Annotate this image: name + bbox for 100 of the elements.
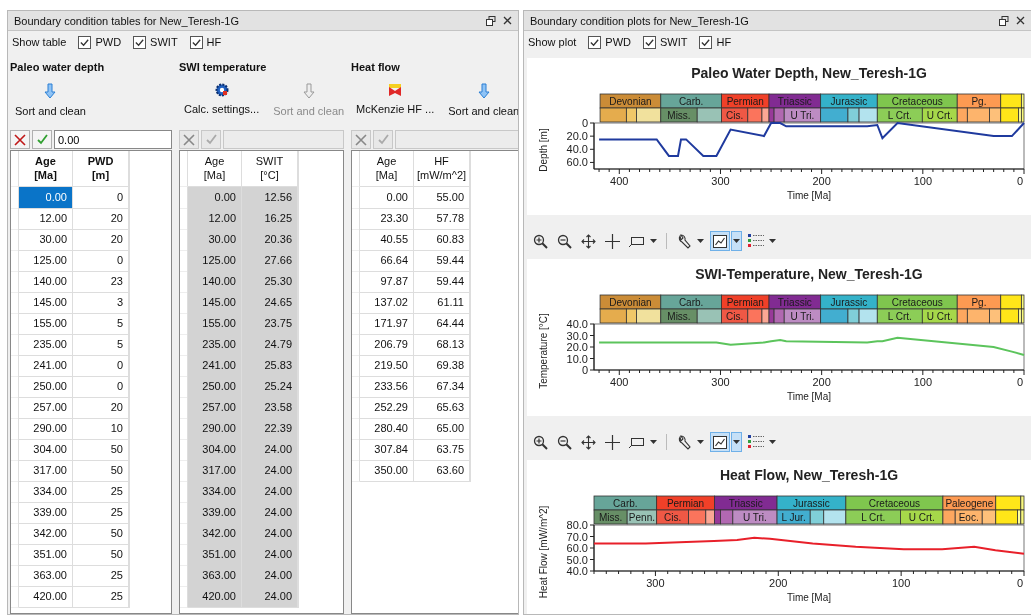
table-cell[interactable]: 342.00 (188, 523, 242, 545)
table-cell[interactable]: 155.00 (19, 313, 73, 335)
table-cell[interactable]: 25.30 (242, 271, 298, 293)
table-cell[interactable]: 5 (73, 334, 129, 356)
table-cell[interactable]: 235.00 (188, 334, 242, 356)
line-chart-button[interactable] (710, 231, 730, 251)
table-cell[interactable]: 351.00 (19, 544, 73, 566)
table-cell[interactable]: 0.00 (360, 187, 414, 209)
table-cell[interactable]: 25.83 (242, 355, 298, 377)
table-cell[interactable]: 23.58 (242, 397, 298, 419)
sort-button[interactable]: Sort and clean (445, 81, 518, 123)
checkbox[interactable]: SWIT (133, 35, 178, 49)
table-cell[interactable]: 241.00 (188, 355, 242, 377)
close-icon[interactable] (1016, 16, 1025, 25)
table-cell[interactable]: 61.11 (414, 292, 470, 314)
line-chart-button[interactable] (710, 432, 730, 452)
table-cell[interactable]: 22.39 (242, 418, 298, 440)
table-cell[interactable]: 60.83 (414, 229, 470, 251)
table-cell[interactable]: 137.02 (360, 292, 414, 314)
table-cell[interactable]: 145.00 (188, 292, 242, 314)
corner-cell[interactable] (352, 151, 360, 187)
table-cell[interactable]: 69.38 (414, 355, 470, 377)
table-cell[interactable]: 63.75 (414, 439, 470, 461)
table-cell[interactable]: 3 (73, 292, 129, 314)
table-cell[interactable]: 5 (73, 313, 129, 335)
crosshair-button[interactable] (602, 432, 622, 452)
table-cell[interactable]: 290.00 (188, 418, 242, 440)
table-cell[interactable]: 24.00 (242, 565, 298, 587)
dropdown-button[interactable] (731, 432, 742, 452)
table-cell[interactable]: 67.34 (414, 376, 470, 398)
table-cell[interactable]: 0 (73, 376, 129, 398)
restore-icon[interactable] (999, 15, 1009, 26)
table-cell[interactable]: 250.00 (19, 376, 73, 398)
table-cell[interactable]: 257.00 (188, 397, 242, 419)
table-cell[interactable]: 50 (73, 460, 129, 482)
table-cell[interactable]: 280.40 (360, 418, 414, 440)
table-cell[interactable]: 140.00 (188, 271, 242, 293)
cancel-button[interactable] (179, 130, 199, 149)
table-cell[interactable]: 24.79 (242, 334, 298, 356)
table-cell[interactable]: 64.44 (414, 313, 470, 335)
table-cell[interactable]: 25 (73, 481, 129, 503)
table-cell[interactable]: 351.00 (188, 544, 242, 566)
table-cell[interactable]: 304.00 (188, 439, 242, 461)
table-cell[interactable]: 252.29 (360, 397, 414, 419)
table-cell[interactable]: 334.00 (188, 481, 242, 503)
table-cell[interactable]: 125.00 (188, 250, 242, 272)
table-cell[interactable]: 59.44 (414, 250, 470, 272)
table-cell[interactable]: 24.00 (242, 439, 298, 461)
table-cell[interactable]: 317.00 (19, 460, 73, 482)
table-cell[interactable]: 363.00 (19, 565, 73, 587)
table-cell[interactable]: 23.75 (242, 313, 298, 335)
table-cell[interactable]: 145.00 (19, 292, 73, 314)
table-cell[interactable]: 206.79 (360, 334, 414, 356)
table-cell[interactable]: 307.84 (360, 439, 414, 461)
table-cell[interactable]: 125.00 (19, 250, 73, 272)
table-cell[interactable]: 24.00 (242, 544, 298, 566)
checkbox[interactable]: PWD (588, 35, 631, 49)
move-button[interactable] (578, 432, 598, 452)
table-cell[interactable]: 20 (73, 229, 129, 251)
table-cell[interactable]: 241.00 (19, 355, 73, 377)
table-cell[interactable]: 24.00 (242, 460, 298, 482)
table-cell[interactable]: 50 (73, 439, 129, 461)
table-cell[interactable]: 12.56 (242, 187, 298, 209)
corner-cell[interactable] (180, 151, 188, 187)
table-cell[interactable]: 40.55 (360, 229, 414, 251)
corner-cell[interactable] (11, 151, 19, 187)
table-cell[interactable]: 50 (73, 544, 129, 566)
table-cell[interactable]: 57.78 (414, 208, 470, 230)
dropdown-button[interactable] (731, 231, 742, 251)
table-cell[interactable]: 24.00 (242, 523, 298, 545)
table-cell[interactable]: 342.00 (19, 523, 73, 545)
table-cell[interactable]: 0.00 (188, 187, 242, 209)
table-cell[interactable]: 30.00 (188, 229, 242, 251)
table-cell[interactable]: 250.00 (188, 376, 242, 398)
restore-icon[interactable] (486, 15, 496, 26)
table-cell[interactable]: 16.25 (242, 208, 298, 230)
table-cell[interactable]: 233.56 (360, 376, 414, 398)
cancel-button[interactable] (10, 130, 30, 149)
table-cell[interactable]: 350.00 (360, 460, 414, 482)
table-cell[interactable]: 12.00 (19, 208, 73, 230)
table-cell[interactable]: 140.00 (19, 271, 73, 293)
table-cell[interactable]: 66.64 (360, 250, 414, 272)
table-cell[interactable]: 339.00 (188, 502, 242, 524)
table-cell[interactable]: 420.00 (188, 586, 242, 608)
checkbox[interactable]: PWD (78, 35, 122, 49)
close-icon[interactable] (503, 16, 512, 25)
table-cell[interactable]: 68.13 (414, 334, 470, 356)
table-cell[interactable]: 24.65 (242, 292, 298, 314)
table-cell[interactable]: 290.00 (19, 418, 73, 440)
table-cell[interactable]: 20 (73, 208, 129, 230)
table-cell[interactable]: 171.97 (360, 313, 414, 335)
table-cell[interactable]: 27.66 (242, 250, 298, 272)
table-cell[interactable]: 25 (73, 565, 129, 587)
table-cell[interactable]: 257.00 (19, 397, 73, 419)
move-button[interactable] (578, 231, 598, 251)
table-cell[interactable]: 363.00 (188, 565, 242, 587)
table-cell[interactable]: 23.30 (360, 208, 414, 230)
table-cell[interactable]: 420.00 (19, 586, 73, 608)
table-cell[interactable]: 20 (73, 397, 129, 419)
table-cell[interactable]: 23 (73, 271, 129, 293)
